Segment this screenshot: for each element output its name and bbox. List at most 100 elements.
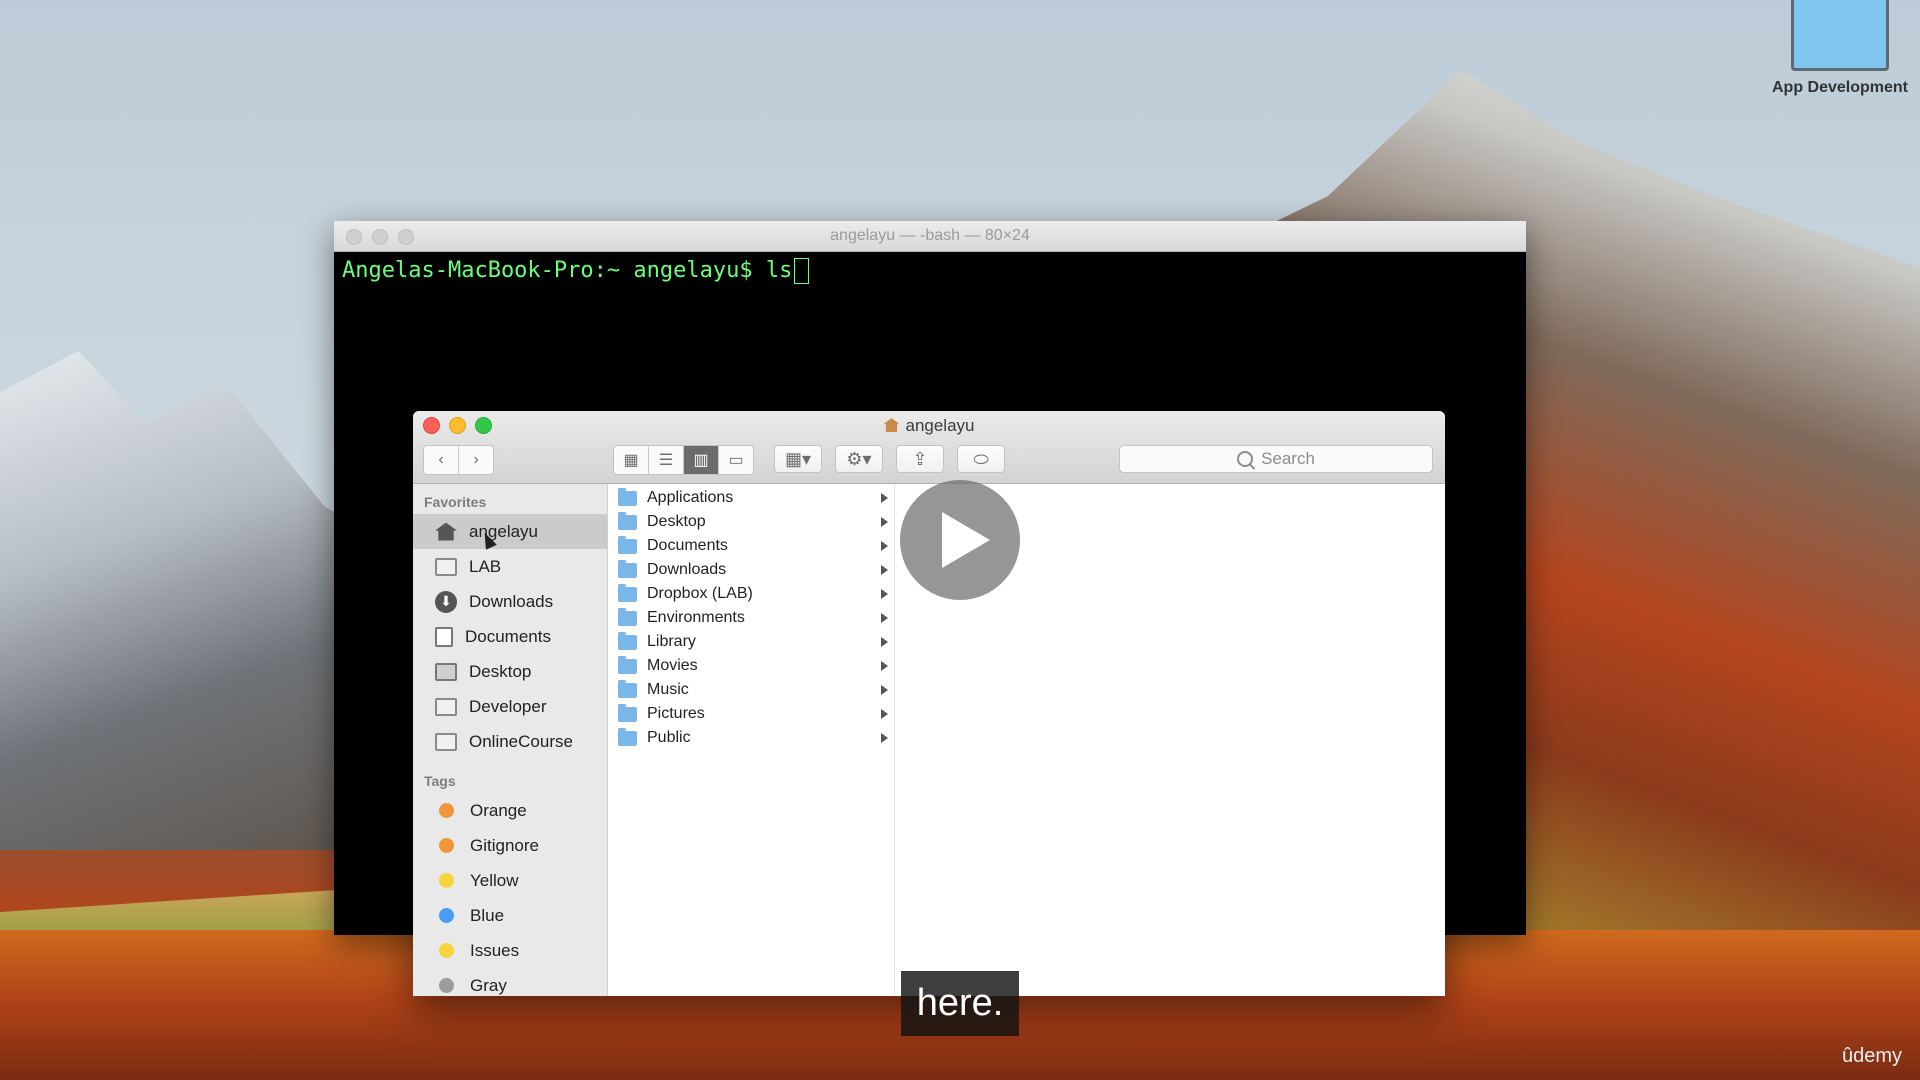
terminal-titlebar[interactable]: angelayu — -bash — 80×24 [334, 221, 1526, 252]
sidebar-item-desktop[interactable]: Desktop [413, 654, 607, 689]
group-by-button[interactable]: ▦▾ [774, 445, 822, 473]
view-mode-segment: ▦ ☰ ▥ ▭ [613, 445, 754, 475]
sidebar-item-documents[interactable]: Documents [413, 619, 607, 654]
minimize-icon[interactable] [372, 229, 388, 245]
sidebar-tag-label: Gitignore [470, 835, 539, 855]
list-item-label: Downloads [647, 561, 727, 578]
terminal-content[interactable]: Angelas-MacBook-Pro:~ angelayu$ ls [334, 252, 1526, 290]
desktop-icon [435, 662, 457, 681]
sidebar-item-label: OnlineCourse [469, 731, 573, 751]
folder-icon [618, 535, 637, 554]
tag-icon: ⬭ [973, 448, 989, 469]
zoom-icon[interactable] [398, 229, 414, 245]
list-item[interactable]: Desktop [608, 510, 894, 534]
list-item[interactable]: Dropbox (LAB) [608, 582, 894, 606]
finder-title-text: angelayu [905, 416, 975, 435]
tag-color-icon [439, 943, 454, 958]
desktop-folder-icon[interactable]: App Development [1760, 0, 1920, 97]
finder-column: Applications Desktop Documents Downloads Dro… [608, 484, 895, 996]
list-item[interactable]: Downloads [608, 558, 894, 582]
finder-sidebar: Favorites angelayu LAB ⬇ Downloads Documents… [413, 484, 608, 996]
column-view-icon[interactable]: ▥ [684, 446, 719, 474]
download-icon: ⬇ [435, 590, 457, 613]
list-item[interactable]: Music [608, 678, 894, 702]
list-item[interactable]: Public [608, 726, 894, 750]
share-button[interactable]: ⇪ [896, 445, 944, 473]
disclosure-arrow-icon [881, 637, 888, 647]
search-icon [1237, 451, 1254, 467]
disclosure-arrow-icon [881, 589, 888, 599]
gear-icon: ⚙▾ [846, 448, 872, 469]
home-icon [435, 522, 457, 541]
folder-icon [435, 557, 457, 576]
disclosure-arrow-icon [881, 709, 888, 719]
tag-color-icon [439, 873, 454, 888]
sidebar-item-onlinecourse[interactable]: OnlineCourse [413, 724, 607, 759]
sidebar-item-developer[interactable]: Developer [413, 689, 607, 724]
folder-icon [618, 727, 637, 746]
list-item[interactable]: Pictures [608, 702, 894, 726]
disclosure-arrow-icon [881, 493, 888, 503]
sidebar-item-label: Desktop [469, 661, 532, 681]
list-item[interactable]: Documents [608, 534, 894, 558]
sidebar-item-label: Downloads [469, 591, 554, 611]
folder-icon [618, 511, 637, 530]
disclosure-arrow-icon [881, 733, 888, 743]
tag-color-icon [439, 978, 454, 993]
tags-button[interactable]: ⬭ [957, 445, 1005, 473]
folder-icon [618, 559, 637, 578]
terminal-cursor [794, 258, 810, 284]
icon-view-icon[interactable]: ▦ [614, 446, 649, 474]
close-icon[interactable] [346, 229, 362, 245]
sidebar-tag-issues[interactable]: Issues [413, 933, 607, 968]
sidebar-tag-label: Yellow [470, 870, 519, 890]
sidebar-tag-label: Issues [470, 940, 520, 960]
sidebar-tag-orange[interactable]: Orange [413, 793, 607, 828]
favorites-header: Favorites [424, 494, 487, 510]
back-icon[interactable]: ‹ [424, 446, 459, 474]
folder-icon [618, 583, 637, 602]
folder-icon [618, 631, 637, 650]
list-view-icon[interactable]: ☰ [649, 446, 684, 474]
tag-color-icon [439, 908, 454, 923]
desktop-icon-label: App Development [1771, 79, 1908, 96]
action-button[interactable]: ⚙▾ [835, 445, 883, 473]
tag-color-icon [439, 838, 454, 853]
sidebar-tag-label: Blue [470, 905, 505, 925]
sidebar-item-label: LAB [469, 556, 502, 576]
video-play-button[interactable] [900, 480, 1020, 600]
list-item-label: Desktop [647, 513, 706, 530]
sidebar-tag-gray[interactable]: Gray [413, 968, 607, 996]
sidebar-tag-blue[interactable]: Blue [413, 898, 607, 933]
list-item[interactable]: Applications [608, 486, 894, 510]
sidebar-tag-label: Gray [470, 975, 507, 995]
documents-icon [435, 626, 453, 647]
folder-icon [618, 703, 637, 722]
tags-header: Tags [424, 773, 456, 789]
gallery-view-icon[interactable]: ▭ [719, 446, 753, 474]
sidebar-item-angelayu[interactable]: angelayu [413, 514, 607, 549]
list-item-label: Public [647, 729, 691, 746]
folder-icon [618, 679, 637, 698]
sidebar-tag-yellow[interactable]: Yellow [413, 863, 607, 898]
home-icon [883, 418, 900, 432]
disclosure-arrow-icon [881, 517, 888, 527]
folder-icon [435, 732, 457, 751]
group-icon: ▦▾ [784, 448, 812, 469]
forward-icon[interactable]: › [459, 446, 493, 474]
sidebar-tag-gitignore[interactable]: Gitignore [413, 828, 607, 863]
finder-title: angelayu [413, 416, 1445, 436]
search-input[interactable]: Search [1119, 445, 1433, 473]
list-item[interactable]: Movies [608, 654, 894, 678]
list-item-label: Pictures [647, 705, 705, 722]
list-item-label: Dropbox (LAB) [647, 585, 753, 602]
disclosure-arrow-icon [881, 685, 888, 695]
sidebar-item-label: Developer [469, 696, 547, 716]
list-item[interactable]: Environments [608, 606, 894, 630]
sidebar-item-downloads[interactable]: ⬇ Downloads [413, 584, 607, 619]
disclosure-arrow-icon [881, 565, 888, 575]
sidebar-item-lab[interactable]: LAB [413, 549, 607, 584]
folder-icon [618, 655, 637, 674]
folder-icon [435, 697, 457, 716]
list-item[interactable]: Library [608, 630, 894, 654]
